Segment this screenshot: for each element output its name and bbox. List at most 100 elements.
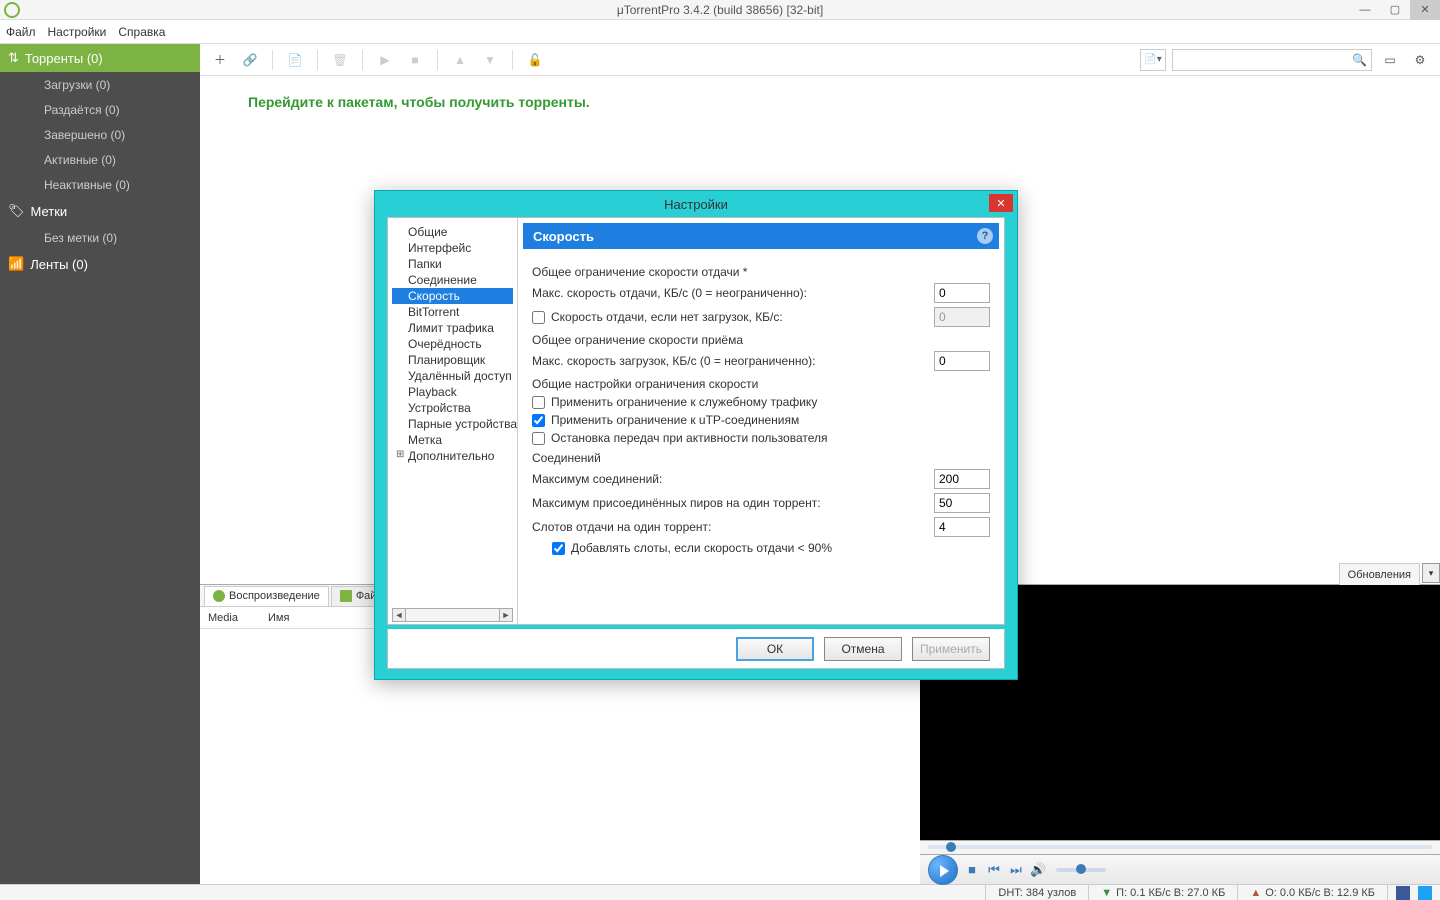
toolbar: ＋ 🔗 📄 🗑 ▶ ■ ▲ ▼ 🔓 📄▾ 🔍 ▭ ⚙ (200, 44, 1440, 76)
tree-interface[interactable]: Интерфейс (392, 240, 513, 256)
tag-icon: 🏷 (8, 203, 25, 219)
tree-paired[interactable]: Парные устройства (392, 416, 513, 432)
volume-slider[interactable] (1056, 868, 1106, 872)
minimize-button[interactable]: — (1350, 0, 1380, 20)
group-general-label: Общие настройки ограничения скорости (532, 377, 990, 391)
next-button[interactable]: ⏭ (1008, 862, 1024, 878)
tree-scrollbar[interactable]: ◄ ► (392, 608, 513, 622)
max-download-input[interactable] (934, 351, 990, 371)
alt-upload-input (934, 307, 990, 327)
help-icon[interactable]: ? (977, 228, 993, 244)
max-upload-label: Макс. скорость отдачи, КБ/с (0 = неогран… (532, 286, 807, 300)
play-button[interactable] (928, 855, 958, 885)
menu-help[interactable]: Справка (118, 25, 165, 39)
extra-slots-label: Добавлять слоты, если скорость отдачи < … (571, 541, 832, 555)
add-torrent-button[interactable]: ＋ (208, 48, 232, 72)
status-dht: DHT: 384 узлов (985, 885, 1088, 900)
rss-icon: 📶 (8, 256, 24, 272)
sidebar-item-inactive[interactable]: Неактивные (0) (0, 172, 200, 197)
sidebar-item-seeding[interactable]: Раздаётся (0) (0, 97, 200, 122)
dialog-titlebar[interactable]: Настройки ✕ (375, 191, 1017, 217)
tree-folders[interactable]: Папки (392, 256, 513, 272)
apply-button[interactable]: Применить (912, 637, 990, 661)
overhead-checkbox[interactable] (532, 396, 545, 409)
tab-playback-label: Воспроизведение (229, 590, 320, 602)
tree-connection[interactable]: Соединение (392, 272, 513, 288)
tab-updates[interactable]: Обновления (1339, 563, 1420, 585)
sidebar-item-active[interactable]: Активные (0) (0, 147, 200, 172)
tree-label[interactable]: Метка (392, 432, 513, 448)
tabs-overflow-button[interactable]: ▾ (1422, 563, 1440, 583)
max-conn-input[interactable] (934, 469, 990, 489)
folder-icon (340, 590, 352, 602)
sidebar-item-completed[interactable]: Завершено (0) (0, 122, 200, 147)
close-button[interactable]: ✕ (1410, 0, 1440, 20)
category-dropdown[interactable]: 📄▾ (1140, 49, 1166, 71)
promo-text[interactable]: Перейдите к пакетам, чтобы получить торр… (248, 94, 1392, 110)
group-download-label: Общее ограничение скорости приёма (532, 333, 990, 347)
delete-button[interactable]: 🗑 (328, 48, 352, 72)
move-down-button[interactable]: ▼ (478, 48, 502, 72)
extra-slots-checkbox[interactable] (552, 542, 565, 555)
create-torrent-button[interactable]: 📄 (283, 48, 307, 72)
tree-general[interactable]: Общие (392, 224, 513, 240)
max-conn-label: Максимум соединений: (532, 472, 662, 486)
unlock-button[interactable]: 🔓 (523, 48, 547, 72)
tree-speed[interactable]: Скорость (392, 288, 513, 304)
prev-button[interactable]: ⏮ (986, 862, 1002, 878)
window-titlebar: μTorrentPro 3.4.2 (build 38656) [32-bit]… (0, 0, 1440, 20)
social-links (1387, 885, 1440, 900)
menu-file[interactable]: Файл (6, 25, 36, 39)
tab-updates-label: Обновления (1348, 569, 1411, 581)
status-bar: DHT: 384 узлов ▼П: 0.1 КБ/с В: 27.0 КБ ▲… (0, 884, 1440, 900)
sidebar-labels-label: Метки (31, 204, 68, 219)
sidebar-feeds-label: Ленты (0) (30, 257, 88, 272)
stop-media-button[interactable]: ■ (964, 862, 980, 877)
arrow-up-down-icon: ⇅ (8, 50, 19, 66)
sidebar-item-nolabel[interactable]: Без метки (0) (0, 225, 200, 250)
col-media[interactable]: Media (208, 612, 238, 624)
stop-button[interactable]: ■ (403, 48, 427, 72)
sidebar-item-downloads[interactable]: Загрузки (0) (0, 72, 200, 97)
sidebar-torrents-header[interactable]: ⇅ Торренты (0) (0, 44, 200, 72)
utp-checkbox[interactable] (532, 414, 545, 427)
alt-upload-checkbox[interactable] (532, 311, 545, 324)
progress-track[interactable] (928, 845, 1432, 849)
tree-remote[interactable]: Удалённый доступ (392, 368, 513, 384)
cancel-button[interactable]: Отмена (824, 637, 902, 661)
maximize-button[interactable]: ▢ (1380, 0, 1410, 20)
dialog-close-button[interactable]: ✕ (989, 194, 1013, 212)
twitter-icon[interactable] (1418, 886, 1432, 900)
max-peers-input[interactable] (934, 493, 990, 513)
status-upload: ▲О: 0.0 КБ/с В: 12.9 КБ (1237, 885, 1387, 900)
start-button[interactable]: ▶ (373, 48, 397, 72)
move-up-button[interactable]: ▲ (448, 48, 472, 72)
tree-playback[interactable]: Playback (392, 384, 513, 400)
tree-limit[interactable]: Лимит трафика (392, 320, 513, 336)
scroll-left-icon[interactable]: ◄ (392, 608, 406, 622)
section-title-text: Скорость (533, 229, 594, 244)
scroll-right-icon[interactable]: ► (499, 608, 513, 622)
add-url-button[interactable]: 🔗 (238, 48, 262, 72)
sidebar-feeds-header[interactable]: 📶 Ленты (0) (0, 250, 200, 278)
max-upload-input[interactable] (934, 283, 990, 303)
tree-scheduler[interactable]: Планировщик (392, 352, 513, 368)
search-input[interactable]: 🔍 (1172, 49, 1372, 71)
group-upload-label: Общее ограничение скорости отдачи * (532, 265, 990, 279)
tab-playback[interactable]: Воспроизведение (204, 586, 329, 606)
upload-slots-input[interactable] (934, 517, 990, 537)
menu-settings[interactable]: Настройки (48, 25, 107, 39)
useractivity-checkbox[interactable] (532, 432, 545, 445)
tree-advanced[interactable]: Дополнительно (392, 448, 513, 464)
tree-queue[interactable]: Очерёдность (392, 336, 513, 352)
sidebar-labels-header[interactable]: 🏷 Метки (0, 197, 200, 225)
tree-bittorrent[interactable]: BitTorrent (392, 304, 513, 320)
ok-button[interactable]: ОК (736, 637, 814, 661)
col-name[interactable]: Имя (268, 612, 289, 624)
facebook-icon[interactable] (1396, 886, 1410, 900)
volume-icon[interactable]: 🔊 (1030, 862, 1046, 878)
settings-button[interactable]: ⚙ (1408, 48, 1432, 72)
tree-devices[interactable]: Устройства (392, 400, 513, 416)
menu-bar: Файл Настройки Справка (0, 20, 1440, 44)
remote-button[interactable]: ▭ (1378, 48, 1402, 72)
